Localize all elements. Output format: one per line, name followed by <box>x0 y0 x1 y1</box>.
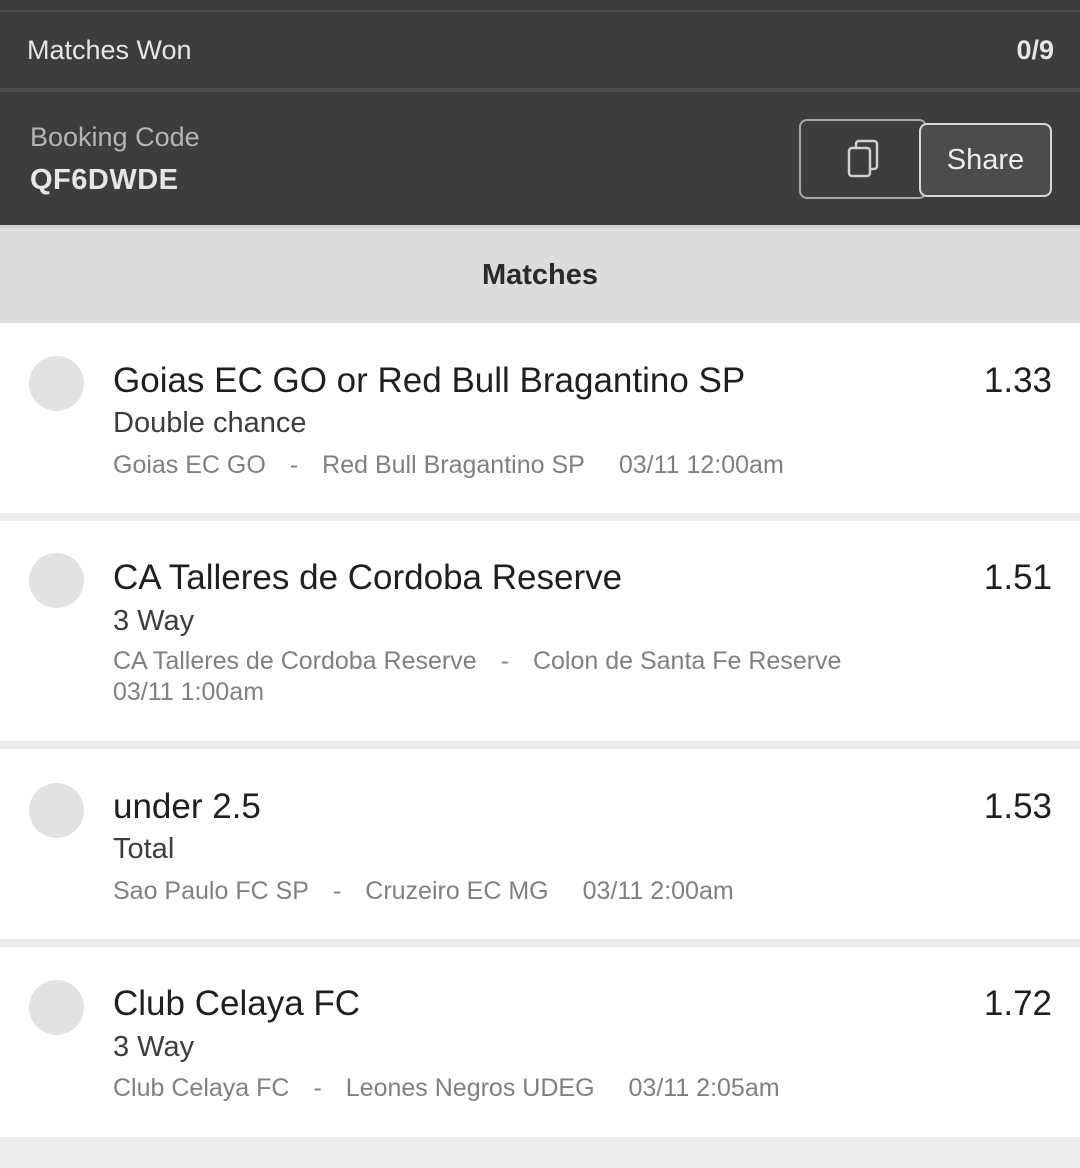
copy-icon <box>847 139 879 178</box>
selection-radio[interactable] <box>29 553 84 608</box>
away-team: Red Bull Bragantino SP <box>322 451 585 479</box>
matches-won-row: Matches Won 0/9 <box>0 12 1080 92</box>
selection-radio[interactable] <box>29 356 84 411</box>
away-team: Cruzeiro EC MG <box>365 877 549 905</box>
away-team: Leones Negros UDEG <box>345 1074 595 1102</box>
matches-won-value: 0/9 <box>1016 34 1054 65</box>
market-name: 3 Way <box>113 605 195 637</box>
team-separator: - <box>313 1074 322 1102</box>
odds-value: 1.72 <box>983 984 1052 1023</box>
odds-value: 1.53 <box>983 787 1052 826</box>
home-team: CA Talleres de Cordoba Reserve <box>113 647 477 675</box>
bet-details-page: Matches Won 0/9 Booking Code QF6DWDE Sha… <box>0 0 1080 1168</box>
selection-radio[interactable] <box>29 980 84 1035</box>
match-card[interactable]: under 2.5 1.53 Total Sao Paulo FC SP - Cru… <box>0 749 1080 939</box>
match-time: 03/11 1:00am <box>113 678 265 706</box>
matches-section-header: Matches <box>0 228 1080 323</box>
match-time: 03/11 2:00am <box>582 877 734 905</box>
odds-value: 1.51 <box>983 558 1052 597</box>
top-divider <box>0 0 1080 12</box>
match-card[interactable]: CA Talleres de Cordoba Reserve 1.51 3 Wa… <box>0 521 1080 741</box>
match-card[interactable]: Goias EC GO or Red Bull Bragantino SP 1.… <box>0 323 1080 513</box>
match-details: Sao Paulo FC SP - Cruzeiro EC MG 03/11 2:00… <box>113 876 873 907</box>
team-separator: - <box>289 451 299 479</box>
booking-code-row: Booking Code QF6DWDE Share <box>0 92 1080 228</box>
home-team: Goias EC GO <box>113 451 266 479</box>
matches-won-label: Matches Won <box>27 34 192 65</box>
selection-name: under 2.5 <box>113 787 261 826</box>
match-time: 03/11 2:05am <box>628 1074 780 1102</box>
odds-value: 1.33 <box>983 361 1052 400</box>
share-button[interactable]: Share <box>919 123 1052 197</box>
market-name: 3 Way <box>113 1031 195 1063</box>
selection-name: Goias EC GO or Red Bull Bragantino SP <box>113 361 746 400</box>
home-team: Sao Paulo FC SP <box>113 877 309 905</box>
match-time: 03/11 12:00am <box>618 451 784 479</box>
home-team: Club Celaya FC <box>113 1074 290 1102</box>
selection-name: CA Talleres de Cordoba Reserve <box>113 558 623 597</box>
selection-radio[interactable] <box>29 783 84 838</box>
market-name: Double chance <box>113 407 307 439</box>
booking-code-label: Booking Code <box>30 122 200 152</box>
team-separator: - <box>500 647 509 675</box>
match-card[interactable]: Club Celaya FC 1.72 3 Way Club Celaya FC… <box>0 947 1080 1137</box>
match-details: CA Talleres de Cordoba Reserve - Colon de … <box>113 646 873 708</box>
match-details: Goias EC GO - Red Bull Bragantino SP 03/11 … <box>113 450 873 481</box>
away-team: Colon de Santa Fe Reserve <box>532 647 842 675</box>
market-name: Total <box>113 833 175 865</box>
selection-name: Club Celaya FC <box>113 984 361 1023</box>
copy-button[interactable] <box>799 119 927 199</box>
match-details: Club Celaya FC - Leones Negros UDEG 03/11 2… <box>113 1073 873 1104</box>
team-separator: - <box>332 877 342 905</box>
booking-code-value: QF6DWDE <box>30 164 179 196</box>
